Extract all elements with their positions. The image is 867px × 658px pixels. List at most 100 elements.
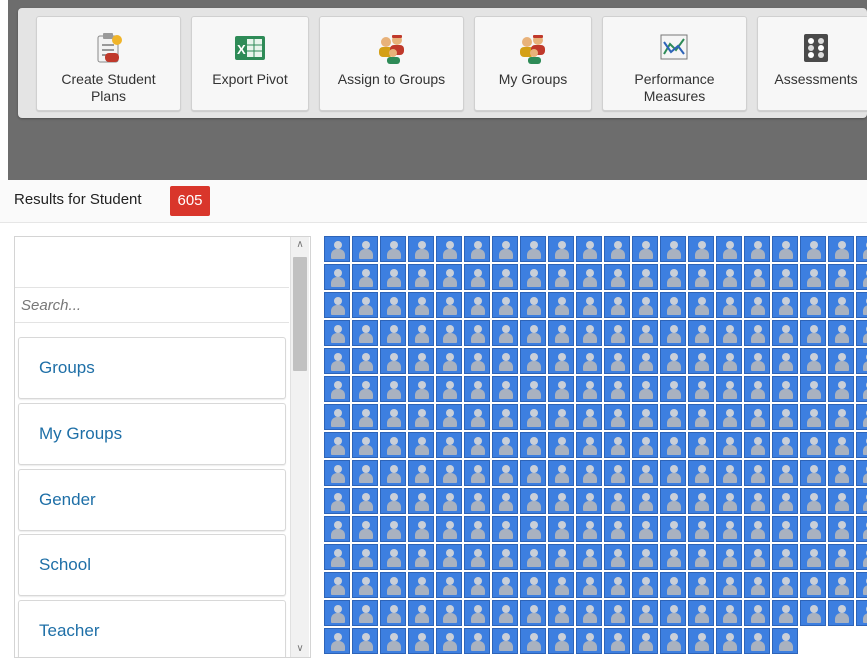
student-tile[interactable] (660, 376, 686, 402)
student-tile[interactable] (352, 236, 378, 262)
student-tile[interactable] (352, 432, 378, 458)
student-tile[interactable] (632, 432, 658, 458)
student-tile[interactable] (408, 320, 434, 346)
student-tile[interactable] (716, 600, 742, 626)
student-tile[interactable] (436, 264, 462, 290)
student-tile[interactable] (800, 292, 826, 318)
student-tile[interactable] (436, 600, 462, 626)
create-student-plans-button[interactable]: Create Student Plans (36, 16, 181, 111)
student-tile[interactable] (408, 264, 434, 290)
student-tile[interactable] (464, 544, 490, 570)
student-tile[interactable] (744, 516, 770, 542)
student-tile[interactable] (352, 348, 378, 374)
student-tile[interactable] (324, 404, 350, 430)
student-tile[interactable] (716, 432, 742, 458)
student-tile[interactable] (436, 320, 462, 346)
student-tile[interactable] (464, 264, 490, 290)
student-tile[interactable] (856, 516, 867, 542)
student-tile[interactable] (492, 236, 518, 262)
student-tile[interactable] (716, 628, 742, 654)
student-tile[interactable] (604, 236, 630, 262)
student-tile[interactable] (520, 320, 546, 346)
student-tile[interactable] (744, 376, 770, 402)
student-tile[interactable] (408, 292, 434, 318)
student-tile[interactable] (548, 264, 574, 290)
student-tile[interactable] (352, 544, 378, 570)
my-groups-button[interactable]: My Groups (474, 16, 592, 111)
student-tile[interactable] (492, 516, 518, 542)
student-tile[interactable] (716, 264, 742, 290)
student-tile[interactable] (464, 628, 490, 654)
student-tile[interactable] (632, 348, 658, 374)
student-tile[interactable] (688, 572, 714, 598)
student-tile[interactable] (380, 264, 406, 290)
student-tile[interactable] (688, 376, 714, 402)
filter-item-teacher[interactable]: Teacher (18, 600, 286, 657)
student-tile[interactable] (604, 572, 630, 598)
student-tile[interactable] (352, 460, 378, 486)
student-tile[interactable] (772, 516, 798, 542)
student-tile[interactable] (380, 544, 406, 570)
student-tile[interactable] (632, 264, 658, 290)
student-tile[interactable] (632, 544, 658, 570)
student-tile[interactable] (576, 460, 602, 486)
student-tile[interactable] (772, 376, 798, 402)
student-tile[interactable] (800, 460, 826, 486)
student-tile[interactable] (856, 348, 867, 374)
student-tile[interactable] (548, 460, 574, 486)
student-tile[interactable] (408, 572, 434, 598)
student-tile[interactable] (688, 544, 714, 570)
performance-measures-button[interactable]: Performance Measures (602, 16, 747, 111)
student-tile[interactable] (716, 488, 742, 514)
student-tile[interactable] (716, 376, 742, 402)
student-tile[interactable] (576, 488, 602, 514)
student-tile[interactable] (828, 544, 854, 570)
student-tile[interactable] (744, 572, 770, 598)
student-tile[interactable] (828, 264, 854, 290)
student-tile[interactable] (324, 236, 350, 262)
student-tile[interactable] (576, 264, 602, 290)
student-tile[interactable] (772, 628, 798, 654)
student-tile[interactable] (492, 348, 518, 374)
student-tile[interactable] (520, 348, 546, 374)
student-tile[interactable] (436, 460, 462, 486)
student-tile[interactable] (800, 544, 826, 570)
student-tile[interactable] (352, 600, 378, 626)
student-tile[interactable] (660, 320, 686, 346)
student-tile[interactable] (660, 292, 686, 318)
student-tile[interactable] (604, 488, 630, 514)
student-tile[interactable] (380, 460, 406, 486)
student-tile[interactable] (576, 572, 602, 598)
filter-item-my-groups[interactable]: My Groups (18, 403, 286, 465)
student-tile[interactable] (380, 572, 406, 598)
student-tile[interactable] (464, 292, 490, 318)
student-tile[interactable] (352, 264, 378, 290)
student-tile[interactable] (632, 600, 658, 626)
student-tile[interactable] (520, 292, 546, 318)
student-tile[interactable] (576, 516, 602, 542)
student-tile[interactable] (324, 264, 350, 290)
student-tile[interactable] (744, 544, 770, 570)
student-tile[interactable] (604, 404, 630, 430)
student-tile[interactable] (352, 320, 378, 346)
student-tile[interactable] (408, 348, 434, 374)
student-tile[interactable] (856, 544, 867, 570)
student-tile[interactable] (492, 264, 518, 290)
student-tile[interactable] (548, 572, 574, 598)
student-tile[interactable] (772, 292, 798, 318)
student-tile[interactable] (772, 460, 798, 486)
student-tile[interactable] (716, 404, 742, 430)
student-tile[interactable] (520, 600, 546, 626)
student-tile[interactable] (520, 516, 546, 542)
student-tile[interactable] (352, 572, 378, 598)
student-tile[interactable] (716, 460, 742, 486)
scroll-thumb[interactable] (293, 257, 307, 371)
student-tile[interactable] (492, 600, 518, 626)
student-tile[interactable] (716, 320, 742, 346)
student-tile[interactable] (632, 292, 658, 318)
student-tile[interactable] (492, 376, 518, 402)
student-tile[interactable] (464, 432, 490, 458)
student-tile[interactable] (744, 432, 770, 458)
student-tile[interactable] (408, 236, 434, 262)
student-tile[interactable] (856, 264, 867, 290)
